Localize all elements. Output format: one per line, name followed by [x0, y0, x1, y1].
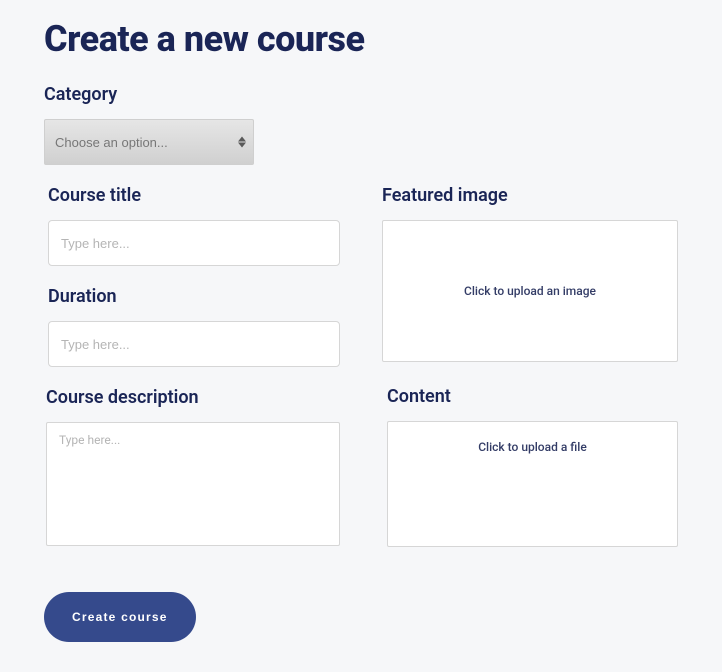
course-description-input[interactable]: [46, 422, 340, 546]
course-description-label: Course description: [46, 387, 340, 408]
duration-label: Duration: [48, 286, 340, 307]
course-description-field: Course description: [44, 387, 340, 550]
course-title-input[interactable]: [48, 220, 340, 266]
content-field: Content Click to upload a file: [382, 386, 678, 547]
featured-image-upload[interactable]: Click to upload an image: [382, 220, 678, 362]
featured-image-field: Featured image Click to upload an image: [382, 185, 678, 362]
category-select[interactable]: Choose an option...: [44, 119, 254, 165]
page-title: Create a new course: [44, 18, 678, 60]
course-title-field: Course title: [44, 185, 340, 266]
form-grid: Course title Duration Course description…: [44, 185, 678, 642]
duration-field: Duration: [44, 286, 340, 367]
content-upload[interactable]: Click to upload a file: [387, 421, 678, 547]
category-select-wrapper: Choose an option...: [44, 119, 254, 165]
form-right-column: Featured image Click to upload an image …: [382, 185, 678, 642]
content-upload-text: Click to upload a file: [478, 440, 587, 454]
featured-image-label: Featured image: [382, 185, 678, 206]
featured-image-upload-text: Click to upload an image: [464, 284, 596, 298]
content-label: Content: [387, 386, 678, 407]
form-left-column: Course title Duration Course description…: [44, 185, 340, 642]
category-label: Category: [44, 84, 678, 105]
create-course-button[interactable]: Create course: [44, 592, 196, 642]
category-field: Category Choose an option...: [44, 84, 678, 165]
duration-input[interactable]: [48, 321, 340, 367]
course-title-label: Course title: [48, 185, 340, 206]
